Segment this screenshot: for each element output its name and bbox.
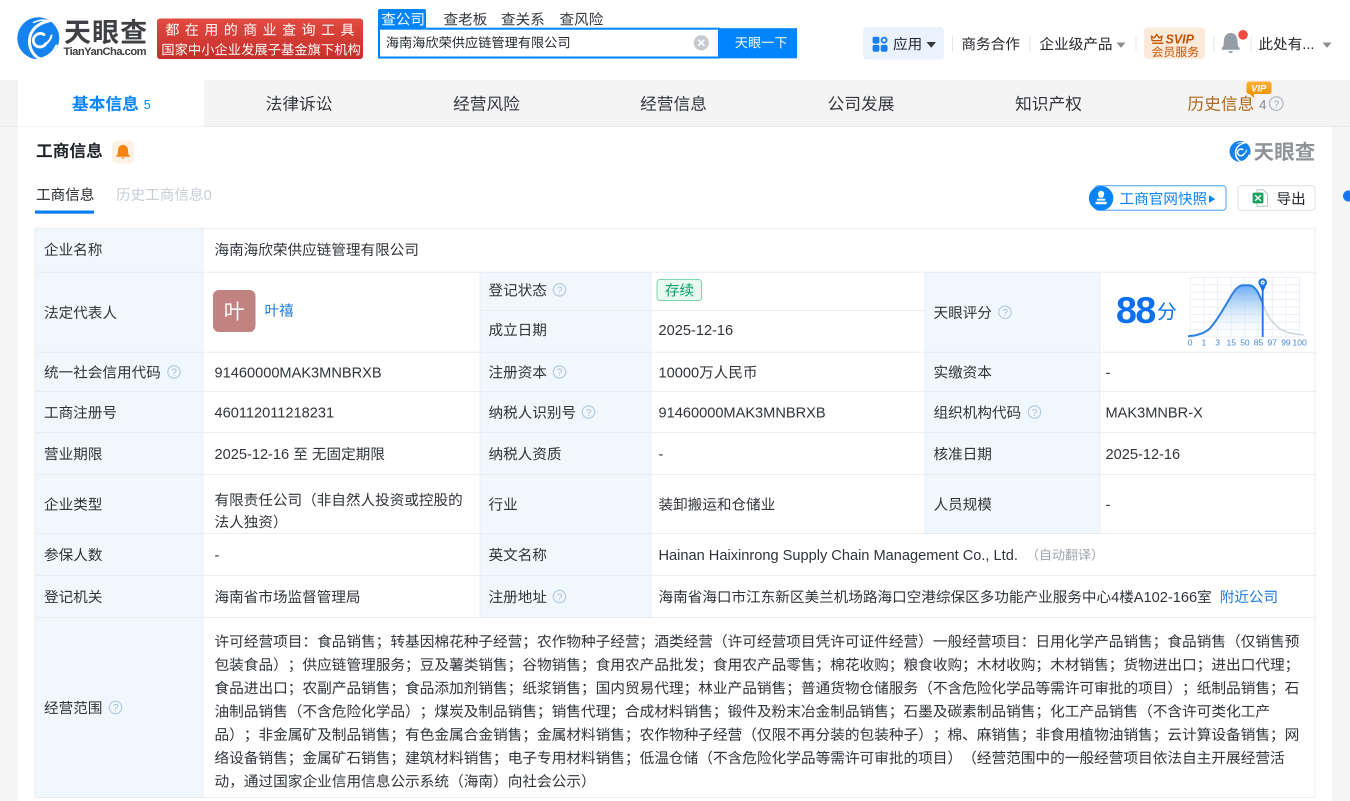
svg-text:10000: 10000 <box>659 366 700 382</box>
svg-text:0: 0 <box>1188 337 1193 347</box>
svg-text:3: 3 <box>1215 337 1220 347</box>
svg-text:?: ? <box>586 408 592 419</box>
svg-text:2025-12-16: 2025-12-16 <box>1106 447 1181 463</box>
svg-text:99: 99 <box>1281 337 1291 347</box>
svg-text:4: 4 <box>1111 590 1119 606</box>
svg-text:?: ? <box>1002 308 1008 319</box>
svg-text:?: ? <box>171 368 177 379</box>
svg-text:-: - <box>1106 366 1111 382</box>
svg-text:?: ? <box>1274 100 1280 111</box>
svg-text:50: 50 <box>1240 337 1250 347</box>
svg-text:?: ? <box>113 703 119 714</box>
svg-text:88: 88 <box>1116 289 1155 331</box>
svg-text:A102-166: A102-166 <box>1134 590 1197 606</box>
svg-text:5: 5 <box>144 98 151 112</box>
svg-text:2025-12-16: 2025-12-16 <box>659 323 734 339</box>
svg-text:SVIP: SVIP <box>1166 32 1195 46</box>
svg-text:Hainan Haixinrong Supply Chain: Hainan Haixinrong Supply Chain Managemen… <box>659 548 1018 564</box>
svg-text:97: 97 <box>1268 337 1278 347</box>
svg-text:-: - <box>659 447 664 463</box>
svg-text:?: ? <box>557 286 563 297</box>
svg-text:?: ? <box>557 592 563 603</box>
svg-text:91460000MAK3MNBRXB: 91460000MAK3MNBRXB <box>659 406 826 422</box>
svg-text:-: - <box>1106 498 1111 514</box>
svg-text:-: - <box>215 548 220 564</box>
svg-text:4: 4 <box>1259 97 1267 112</box>
svg-text:MAK3MNBR-X: MAK3MNBR-X <box>1106 406 1204 422</box>
svg-text:85: 85 <box>1254 337 1264 347</box>
svg-text:0: 0 <box>204 188 212 204</box>
svg-text:?: ? <box>1032 408 1038 419</box>
svg-text:91460000MAK3MNBRXB: 91460000MAK3MNBRXB <box>215 366 382 382</box>
svg-text:100: 100 <box>1293 337 1307 347</box>
svg-text:TianYanCha.com: TianYanCha.com <box>64 46 147 58</box>
svg-text:15: 15 <box>1227 337 1237 347</box>
svg-text:2025-12-16: 2025-12-16 <box>215 447 290 463</box>
svg-text:...: ... <box>1302 37 1314 53</box>
svg-text:VIP: VIP <box>1251 83 1267 94</box>
svg-text:?: ? <box>557 368 563 379</box>
svg-text:460112011218231: 460112011218231 <box>215 406 335 422</box>
svg-text:1: 1 <box>1202 337 1207 347</box>
